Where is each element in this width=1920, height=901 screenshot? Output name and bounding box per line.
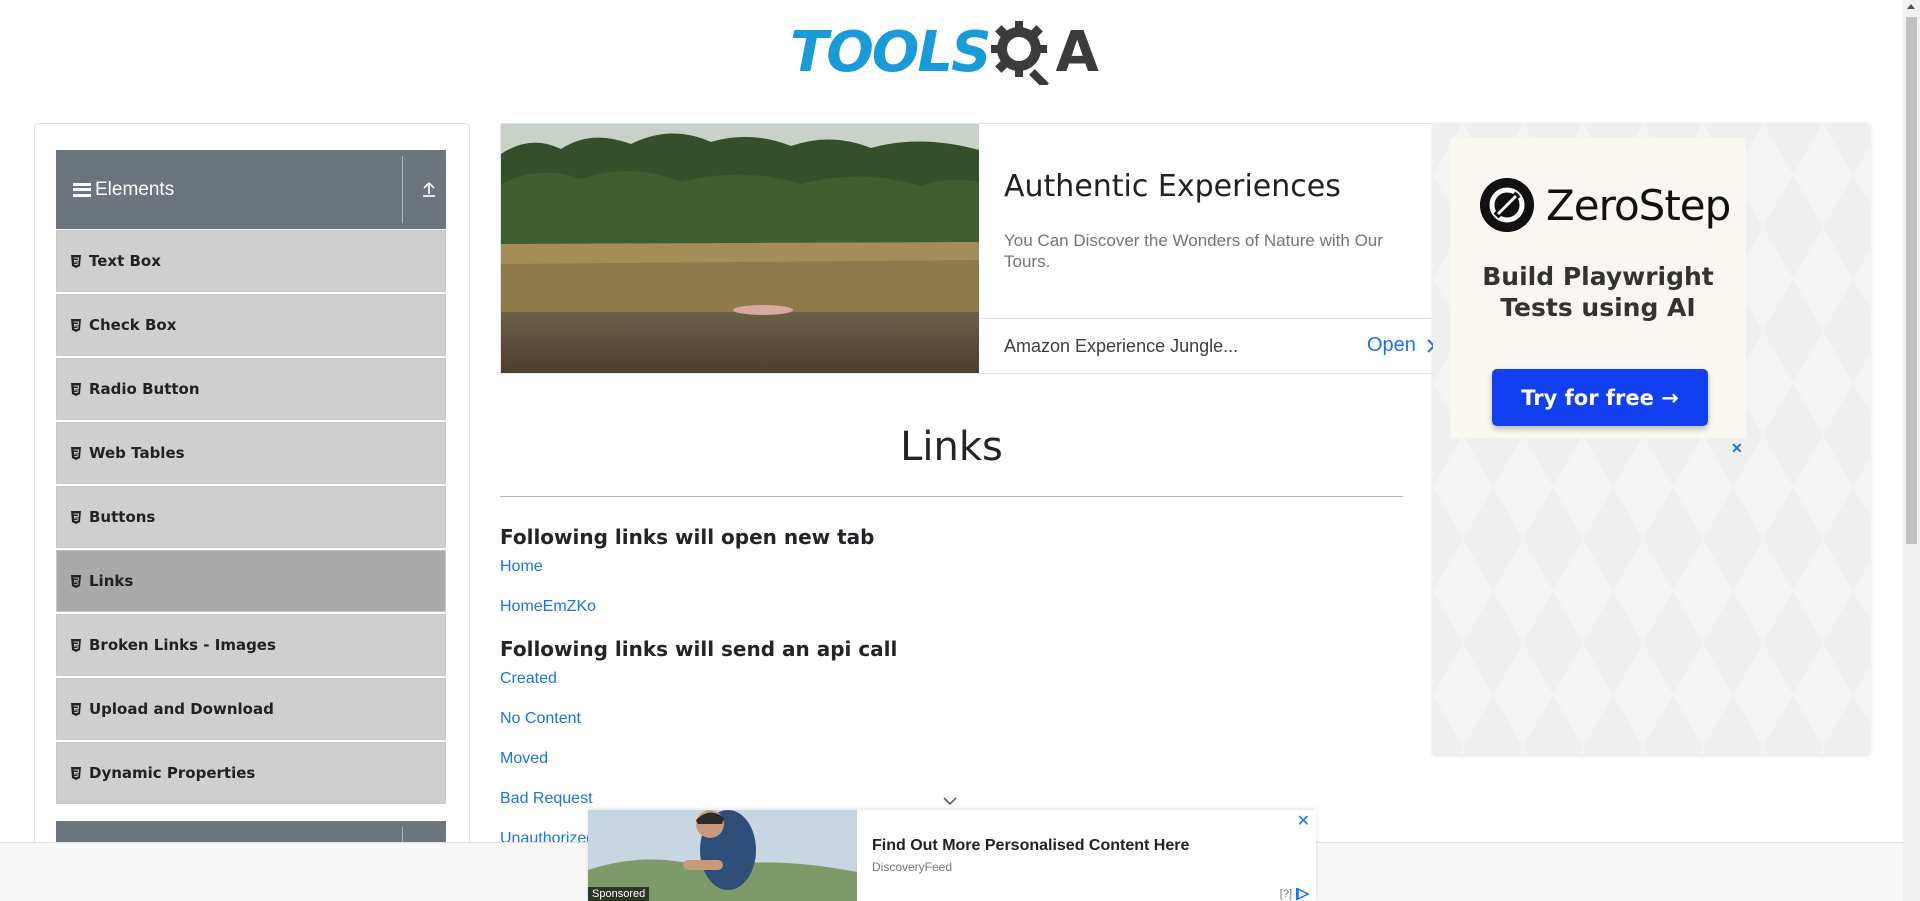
- sidebar-group-title: Elements: [95, 178, 175, 200]
- html5-icon: [71, 510, 81, 524]
- sidebar-item-label: Broken Links - Images: [89, 636, 276, 654]
- logo-text-tools: TOOLS: [790, 19, 991, 85]
- vertical-scrollbar[interactable]: [1903, 0, 1920, 901]
- sidebar-item-links[interactable]: Links: [56, 550, 446, 612]
- sidebar-item-dynamic-properties[interactable]: Dynamic Properties: [56, 742, 446, 804]
- sidebar-item-text-box[interactable]: Text Box: [56, 230, 446, 292]
- sidebar-item-buttons[interactable]: Buttons: [56, 486, 446, 548]
- sidebar-menu-list: Text Box Check Box Radio Button Web Tabl…: [56, 230, 446, 806]
- page: TOOLS A Elements Text Box Check Box Radi…: [0, 0, 1920, 901]
- ad-description: You Can Discover the Wonders of Nature w…: [1004, 231, 1383, 271]
- sidebar-group-elements[interactable]: Elements: [56, 150, 446, 229]
- html5-icon: [71, 382, 81, 396]
- sidebar-item-label: Text Box: [89, 252, 161, 270]
- close-icon[interactable]: ✕: [1297, 811, 1310, 831]
- zerostep-logo: ZeroStep: [1480, 178, 1731, 232]
- zerostep-logo-icon: [1480, 178, 1534, 232]
- sidebar-item-web-tables[interactable]: Web Tables: [56, 422, 446, 484]
- logo-qa-mark: A: [989, 19, 1099, 85]
- html5-icon: [71, 702, 81, 716]
- close-icon[interactable]: ✕: [1731, 440, 1743, 457]
- html5-icon: [71, 318, 81, 332]
- try-for-free-button[interactable]: Try for free →: [1492, 369, 1708, 426]
- zerostep-tagline: Build Playwright Tests using AI: [1450, 261, 1746, 323]
- ad-title: Authentic Experiences: [1004, 169, 1341, 204]
- html5-icon: [71, 254, 81, 268]
- sidebar-item-broken-links-images[interactable]: Broken Links - Images: [56, 614, 446, 676]
- html5-icon: [71, 446, 81, 460]
- link-home-dynamic[interactable]: HomeEmZKo: [500, 598, 596, 616]
- ad-hiker-photo: Sponsored: [588, 810, 857, 901]
- divider: [402, 156, 403, 223]
- sidebar-item-upload-and-download[interactable]: Upload and Download: [56, 678, 446, 740]
- top-ad-banner[interactable]: Authentic Experiences You Can Discover t…: [500, 123, 1435, 374]
- page-title: Links: [900, 424, 1003, 470]
- divider: [500, 496, 1403, 497]
- tagline-line-2: Tests using AI: [1500, 293, 1696, 322]
- link-bad-request[interactable]: Bad Request: [500, 790, 593, 808]
- sidebar-item-label: Dynamic Properties: [89, 764, 256, 782]
- ad-jungle-photo: [501, 124, 979, 373]
- sidebar-item-label: Buttons: [89, 508, 156, 526]
- zerostep-card[interactable]: ZeroStep Build Playwright Tests using AI…: [1450, 138, 1746, 438]
- toolsqa-logo[interactable]: TOOLS A: [790, 14, 1115, 90]
- link-moved[interactable]: Moved: [500, 750, 548, 768]
- sidebar-item-label: Upload and Download: [89, 700, 274, 718]
- ad-title: Find Out More Personalised Content Here: [872, 837, 1190, 854]
- ad-source: Amazon Experience Jungle...: [1004, 336, 1239, 356]
- divider: [979, 318, 1434, 319]
- chevron-down-icon[interactable]: [940, 794, 960, 808]
- sidebar-item-label: Links: [89, 572, 134, 590]
- link-home[interactable]: Home: [500, 558, 543, 576]
- sidebar-item-radio-button[interactable]: Radio Button: [56, 358, 446, 420]
- link-no-content[interactable]: No Content: [500, 710, 581, 728]
- link-created[interactable]: Created: [500, 670, 557, 688]
- section-heading-new-tab: Following links will open new tab: [500, 525, 875, 549]
- scrollbar-thumb[interactable]: [1906, 17, 1917, 544]
- collapse-up-icon[interactable]: [420, 180, 438, 198]
- ad-info-label: [?]: [1279, 888, 1292, 900]
- section-heading-api-call: Following links will send an api call: [500, 637, 898, 661]
- sponsored-label: Sponsored: [588, 887, 650, 901]
- ad-info[interactable]: [?]: [1280, 888, 1310, 900]
- hamburger-icon: [73, 182, 91, 197]
- sidebar-item-label: Check Box: [89, 316, 177, 334]
- gear-magnifier-icon: [991, 21, 1050, 85]
- ad-source: DiscoveryFeed: [872, 860, 953, 874]
- zerostep-brand-name: ZeroStep: [1546, 180, 1731, 230]
- header: TOOLS A: [0, 0, 1900, 100]
- html5-icon: [71, 766, 81, 780]
- sidebar-item-label: Web Tables: [89, 444, 185, 462]
- html5-icon: [71, 574, 81, 588]
- adchoices-icon: [1296, 888, 1310, 900]
- tagline-line-1: Build Playwright: [1482, 262, 1714, 291]
- ad-open-label: Open: [1367, 334, 1416, 356]
- logo-text-qa: A: [1055, 19, 1098, 85]
- ad-open-button[interactable]: Open: [1367, 334, 1434, 357]
- jungle-river-image: [501, 124, 979, 373]
- scroll-up-arrow-icon[interactable]: [1907, 4, 1915, 9]
- right-ad-banner[interactable]: ZeroStep Build Playwright Tests using AI…: [1433, 123, 1870, 754]
- bottom-ad-banner[interactable]: Sponsored Find Out More Personalised Con…: [588, 810, 1316, 901]
- html5-icon: [71, 638, 81, 652]
- sidebar-item-label: Radio Button: [89, 380, 200, 398]
- sidebar-item-check-box[interactable]: Check Box: [56, 294, 446, 356]
